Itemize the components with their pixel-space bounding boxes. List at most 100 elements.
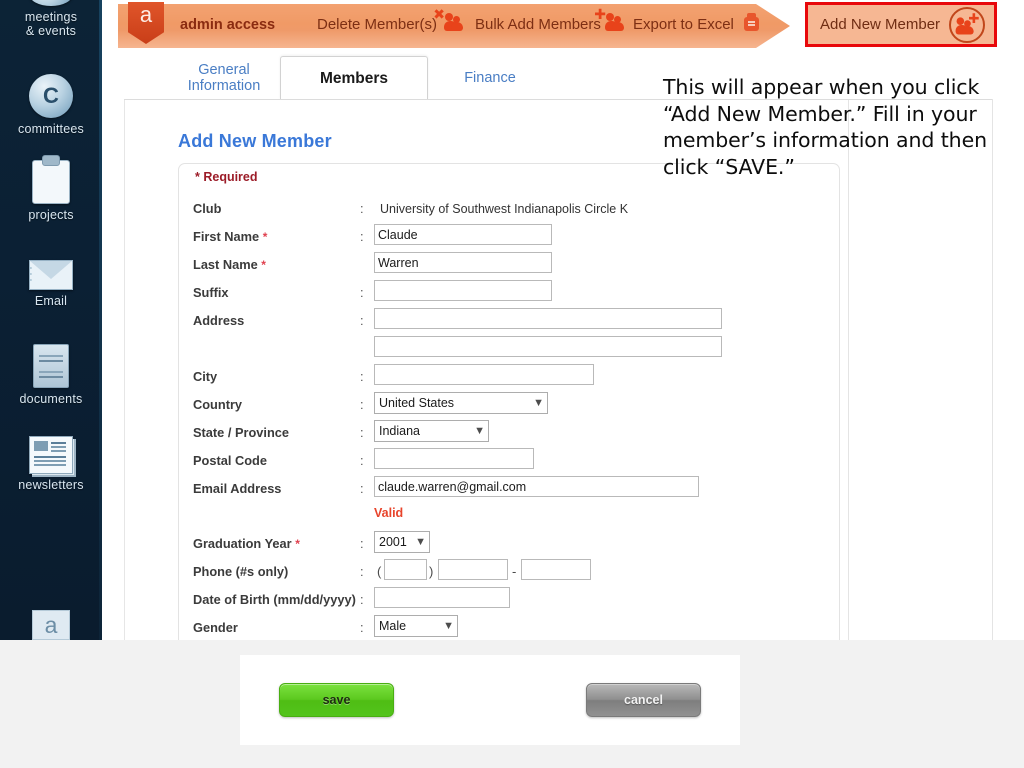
phone-prefix-input[interactable]	[438, 559, 508, 580]
field-colon: :	[360, 201, 364, 216]
field-label: Phone (#s only)	[193, 564, 289, 579]
tab-label: Members	[319, 69, 389, 87]
newspaper-icon	[29, 436, 73, 474]
sidebar-item-email[interactable]: Email	[0, 238, 102, 308]
add-new-member-label: Add New Member	[820, 16, 941, 33]
field-colon: :	[360, 481, 364, 496]
field-label: Gender	[193, 620, 238, 635]
annotation-text: This will appear when you click “Add New…	[663, 75, 987, 179]
field-label: Suffix	[193, 285, 229, 300]
gender-value: Male	[379, 619, 407, 633]
sidebar-item-meetings-events[interactable]: meetings & events	[0, 0, 102, 38]
required-asterisk: *	[295, 537, 300, 551]
field-colon: :	[360, 620, 364, 635]
required-asterisk: *	[261, 258, 266, 272]
field-colon: :	[360, 453, 364, 468]
address-line-1-input[interactable]	[374, 308, 722, 329]
chevron-down-icon: ▼	[443, 620, 454, 632]
phone-dash: -	[512, 564, 517, 579]
envelope-icon	[29, 260, 73, 290]
sidebar-item-newsletters[interactable]: newsletters	[0, 420, 102, 492]
gender-select[interactable]: Male ▼	[374, 615, 458, 637]
club-value: University of Southwest Indianapolis Cir…	[380, 202, 629, 216]
sidebar-item-label: Email	[34, 294, 68, 308]
sidebar-item-projects[interactable]: projects	[0, 150, 102, 222]
sidebar-item-documents[interactable]: documents	[0, 330, 102, 406]
save-button-label: save	[322, 693, 351, 707]
email-address-input[interactable]	[374, 476, 699, 497]
sidebar-item-label: committees	[18, 122, 84, 136]
required-note: * Required	[195, 170, 258, 184]
address-line-2-input[interactable]	[374, 336, 722, 357]
panel-vertical-divider	[848, 100, 849, 640]
field-colon: :	[360, 285, 364, 300]
field-colon: :	[360, 592, 364, 607]
export-to-excel-button[interactable]: Export to Excel	[633, 16, 734, 33]
admin-access-label: admin access	[180, 17, 276, 33]
panel-right-edge	[992, 99, 993, 640]
bulk-add-members-button[interactable]: Bulk Add Members	[475, 16, 601, 33]
first-name-input[interactable]	[374, 224, 552, 245]
sidebar-item-label: projects	[28, 208, 74, 222]
field-colon: :	[360, 369, 364, 384]
sidebar-item-committees[interactable]: C committees	[0, 62, 102, 136]
field-label: City	[193, 369, 218, 384]
postal-code-input[interactable]	[374, 448, 534, 469]
state-province-value: Indiana	[379, 424, 421, 438]
tab-finance[interactable]: Finance	[440, 56, 540, 100]
email-valid-status: Valid	[374, 506, 404, 520]
cancel-button[interactable]: cancel	[586, 683, 701, 717]
field-colon: :	[360, 425, 364, 440]
phone-open-paren: (	[377, 564, 382, 579]
country-value: United States	[379, 396, 455, 410]
field-colon: :	[360, 536, 364, 551]
tab-general-information[interactable]: General Information	[158, 56, 290, 100]
field-label: First Name *	[193, 229, 268, 244]
tab-label: General Information	[187, 62, 261, 94]
field-label: State / Province	[193, 425, 290, 440]
field-colon: :	[360, 229, 364, 244]
page-title: Add New Member	[178, 131, 332, 151]
add-person-icon: ✚	[949, 6, 985, 43]
last-name-input[interactable]	[374, 252, 552, 273]
phone-close-paren: )	[429, 564, 434, 579]
field-label: Country	[193, 397, 243, 412]
phone-line-input[interactable]	[521, 559, 591, 580]
country-select[interactable]: United States ▼	[374, 392, 548, 414]
field-colon: :	[360, 564, 364, 579]
chevron-down-icon: ▼	[474, 425, 485, 437]
circle-icon	[29, 0, 73, 6]
save-button[interactable]: save	[279, 683, 394, 717]
a-tile-icon: a	[32, 610, 70, 640]
sidebar-item-label: documents	[19, 392, 83, 406]
field-label: Address	[193, 313, 245, 328]
city-input[interactable]	[374, 364, 594, 385]
state-province-select[interactable]: Indiana ▼	[374, 420, 489, 442]
add-new-member-button[interactable]: Add New Member ✚	[805, 2, 997, 47]
sidebar-item-label: newsletters	[18, 478, 84, 492]
sidebar-item-label: meetings & events	[24, 10, 78, 38]
sidebar-navigation: meetings & events C committees projects E…	[0, 0, 102, 640]
file-cabinet-icon	[33, 344, 69, 388]
tab-members[interactable]: Members	[280, 56, 428, 100]
required-asterisk: *	[262, 230, 268, 244]
delete-members-button[interactable]: Delete Member(s)	[317, 16, 437, 33]
date-of-birth-input[interactable]	[374, 587, 510, 608]
admin-logo-letter: a	[139, 2, 153, 27]
sidebar-item-admin[interactable]: a	[0, 610, 102, 640]
field-colon: :	[360, 397, 364, 412]
field-label: Email Address	[193, 481, 282, 496]
clipboard-icon	[32, 160, 70, 204]
phone-area-code-input[interactable]	[384, 559, 427, 580]
field-colon: :	[360, 313, 364, 328]
chevron-down-icon: ▼	[415, 536, 426, 548]
cancel-button-label: cancel	[624, 693, 663, 707]
field-label: Graduation Year *	[193, 536, 300, 551]
suffix-input[interactable]	[374, 280, 552, 301]
field-label: Club	[193, 201, 222, 216]
tab-label: Finance	[464, 70, 516, 86]
graduation-year-select[interactable]: 2001 ▼	[374, 531, 430, 553]
chevron-down-icon: ▼	[533, 397, 544, 409]
field-label: Last Name *	[193, 257, 266, 272]
field-label: Date of Birth (mm/dd/yyyy)	[193, 592, 356, 607]
